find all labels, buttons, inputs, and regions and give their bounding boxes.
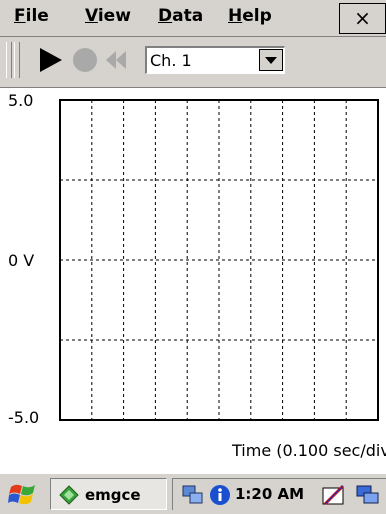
toolbar: Ch. 1 — [0, 37, 386, 88]
network-icon[interactable] — [181, 484, 205, 506]
toolbar-grip-2[interactable] — [14, 42, 20, 78]
system-tray: 1:20 AM — [172, 478, 386, 510]
oscilloscope-plot — [59, 99, 379, 421]
clock: 1:20 AM — [235, 485, 305, 503]
graph-panel: 5.0 0 V -5.0 — [0, 88, 386, 472]
y-axis-bottom-label: -5.0 — [8, 408, 40, 427]
info-icon[interactable] — [209, 484, 231, 506]
taskbar: emgce 1:20 AM — [0, 473, 386, 514]
menu-view[interactable]: View — [85, 6, 131, 26]
app-diamond-icon — [59, 485, 79, 505]
desktop-icon[interactable] — [355, 484, 381, 508]
windows-flag-icon[interactable] — [8, 481, 38, 509]
menu-file[interactable]: File — [14, 6, 49, 26]
channel-select-value: Ch. 1 — [150, 51, 192, 70]
y-axis-mid-label: 0 V — [8, 251, 35, 270]
plot-grid — [60, 100, 378, 420]
close-icon: × — [354, 6, 371, 30]
dropdown-button[interactable] — [259, 49, 283, 71]
menu-bar: File View Data Help × — [0, 0, 386, 37]
toolbar-grip[interactable] — [6, 42, 12, 78]
chevron-down-icon — [265, 57, 277, 64]
task-button-label: emgce — [85, 486, 141, 504]
y-axis-top-label: 5.0 — [8, 91, 34, 110]
menu-data[interactable]: Data — [158, 6, 203, 26]
task-button-emgce[interactable]: emgce — [50, 478, 167, 510]
close-button[interactable]: × — [339, 3, 386, 34]
play-icon[interactable] — [38, 46, 64, 74]
stop-icon[interactable] — [72, 46, 98, 74]
channel-select[interactable]: Ch. 1 — [145, 46, 285, 74]
x-axis-label: Time (0.100 sec/div) — [232, 441, 386, 460]
pen-edit-icon[interactable] — [321, 484, 347, 508]
menu-help[interactable]: Help — [228, 6, 272, 26]
rewind-icon[interactable] — [104, 46, 130, 74]
